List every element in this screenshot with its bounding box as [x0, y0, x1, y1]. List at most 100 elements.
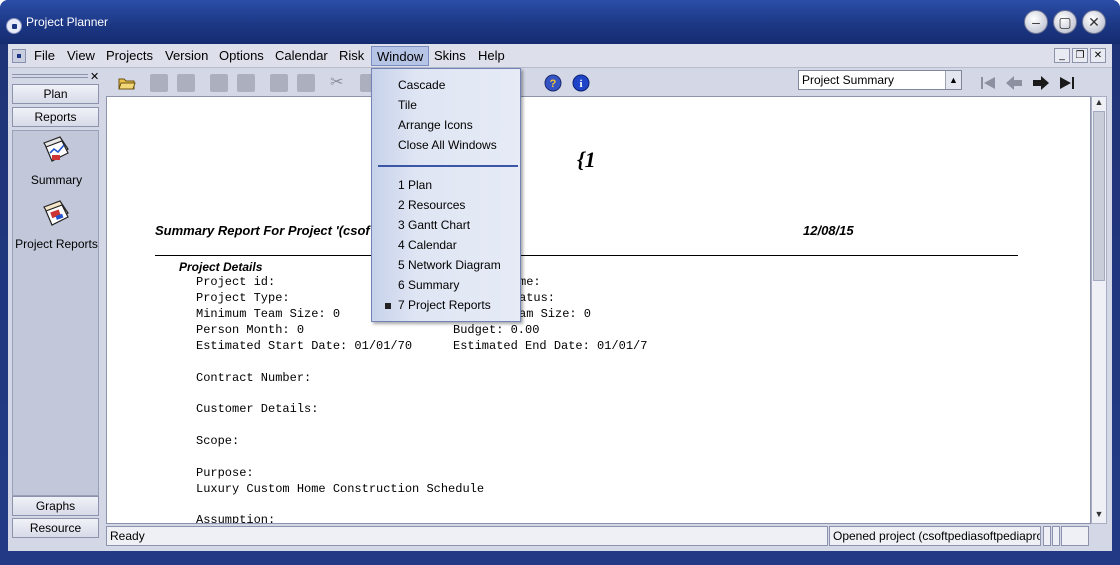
summary-report-icon[interactable]	[40, 135, 72, 165]
previous-icon[interactable]	[1005, 74, 1023, 92]
menu-skins[interactable]: Skins	[434, 48, 466, 63]
minimize-button[interactable]: –	[1024, 10, 1048, 34]
plan-button[interactable]: Plan	[12, 84, 99, 104]
field-purpose: Purpose:	[196, 466, 254, 480]
field-min-team-size: Minimum Team Size: 0	[196, 307, 341, 321]
project-view-select[interactable]: Project Summary ▲	[798, 70, 962, 90]
menu-file[interactable]: File	[34, 48, 55, 63]
resource-button[interactable]: Resource	[12, 518, 99, 538]
project-reports-label[interactable]: Project Reports	[13, 237, 100, 251]
child-close-button[interactable]: ✕	[1090, 48, 1106, 63]
menu-window-project-reports[interactable]: 7 Project Reports	[398, 298, 491, 312]
field-budget: Budget: 0.00	[453, 323, 540, 337]
field-name-partial: me:	[519, 275, 541, 289]
first-icon[interactable]	[979, 74, 997, 92]
field-assumption: Assumption:	[196, 513, 276, 524]
scroll-thumb[interactable]	[1093, 111, 1105, 281]
menu-window-network-diagram[interactable]: 5 Network Diagram	[398, 258, 501, 272]
checked-bullet-icon	[385, 303, 391, 309]
scroll-up-icon[interactable]: ▲	[1092, 97, 1106, 111]
status-panel-b	[1052, 526, 1060, 546]
field-customer-details: Customer Details:	[196, 402, 319, 416]
report-divider	[155, 255, 1018, 256]
status-panel-a	[1043, 526, 1051, 546]
svg-text:?: ?	[550, 78, 557, 90]
menu-help[interactable]: Help	[478, 48, 505, 63]
field-max-team-size-partial: am Size: 0	[519, 307, 592, 321]
lock-icon[interactable]	[237, 74, 255, 92]
menu-bar: File View Projects Version Options Calen…	[8, 44, 1112, 68]
field-project-id: Project id:	[196, 275, 276, 289]
report-logo: {1	[577, 147, 596, 172]
report-document[interactable]: {1 Summary Report For Project '(csof 12/…	[106, 96, 1091, 524]
svg-text:i: i	[579, 78, 582, 90]
field-est-start-date: Estimated Start Date: 01/01/70	[196, 339, 413, 353]
menu-window-plan[interactable]: 1 Plan	[398, 178, 432, 192]
menu-window-summary[interactable]: 6 Summary	[398, 278, 459, 292]
status-ready: Ready	[106, 526, 828, 546]
open-folder-icon[interactable]	[118, 74, 136, 92]
menu-calendar[interactable]: Calendar	[275, 48, 328, 63]
section-project-details: Project Details	[179, 260, 263, 274]
client-area: File View Projects Version Options Calen…	[8, 44, 1112, 551]
menu-item-tile[interactable]: Tile	[398, 98, 417, 112]
menu-item-arrange-icons[interactable]: Arrange Icons	[398, 118, 473, 132]
maximize-button[interactable]: ▢	[1053, 10, 1077, 34]
print-preview-icon[interactable]	[297, 74, 315, 92]
field-purpose-value: Luxury Custom Home Construction Schedule	[196, 482, 485, 496]
vertical-scrollbar[interactable]: ▲ ▼	[1091, 96, 1107, 524]
status-bar: Ready Opened project (csoftpediasoftpedi…	[106, 526, 1108, 548]
toolbar: ✂ ? i Project Summary ▲	[106, 70, 1106, 96]
menu-view[interactable]: View	[67, 48, 95, 63]
panel-grip[interactable]	[12, 74, 88, 78]
field-est-end-date: Estimated End Date: 01/01/7	[453, 339, 648, 353]
cut-icon[interactable]: ✂	[330, 74, 348, 92]
close-button[interactable]: ✕	[1082, 10, 1106, 34]
scroll-down-icon[interactable]: ▼	[1092, 509, 1106, 523]
new-task-icon[interactable]	[150, 74, 168, 92]
save-icon[interactable]	[210, 74, 228, 92]
next-icon[interactable]	[1032, 74, 1050, 92]
menu-projects[interactable]: Projects	[106, 48, 153, 63]
panel-close-icon[interactable]: ✕	[90, 70, 99, 83]
project-reports-icon[interactable]	[40, 199, 72, 229]
field-project-type: Project Type:	[196, 291, 290, 305]
field-person-month: Person Month: 0	[196, 323, 305, 337]
title-bar[interactable]: Project Planner – ▢ ✕	[0, 0, 1120, 44]
dropdown-arrow-icon[interactable]: ▲	[945, 71, 961, 89]
status-panel-c	[1061, 526, 1089, 546]
app-icon[interactable]	[6, 18, 22, 34]
menu-risk[interactable]: Risk	[339, 48, 364, 63]
reports-list: Summary Project Reports	[12, 130, 99, 496]
menu-options[interactable]: Options	[219, 48, 264, 63]
child-restore-button[interactable]: ❐	[1072, 48, 1088, 63]
summary-label[interactable]: Summary	[13, 173, 100, 187]
child-minimize-button[interactable]: _	[1054, 48, 1070, 63]
menu-window-calendar[interactable]: 4 Calendar	[398, 238, 457, 252]
application-window: Project Planner – ▢ ✕ File View Projects…	[0, 0, 1120, 565]
field-status-partial: atus:	[519, 291, 556, 305]
info-icon[interactable]: i	[572, 74, 590, 92]
graphs-button[interactable]: Graphs	[12, 496, 99, 516]
menu-window-gantt-chart[interactable]: 3 Gantt Chart	[398, 218, 470, 232]
menu-item-close-all[interactable]: Close All Windows	[398, 138, 497, 152]
add-resource-icon[interactable]	[177, 74, 195, 92]
help-context-icon[interactable]: ?	[544, 74, 562, 92]
report-title: Summary Report For Project '(csof	[155, 223, 370, 238]
menu-window-resources[interactable]: 2 Resources	[398, 198, 465, 212]
last-icon[interactable]	[1058, 74, 1076, 92]
field-contract-number: Contract Number:	[196, 371, 312, 385]
reports-button[interactable]: Reports	[12, 107, 99, 127]
window-dropdown-menu: Cascade Tile Arrange Icons Close All Win…	[371, 68, 521, 322]
status-message: Opened project (csoftpediasoftpediaproje…	[829, 526, 1041, 546]
child-window-icon[interactable]	[12, 49, 26, 63]
project-view-value: Project Summary	[802, 73, 895, 87]
window-title: Project Planner	[26, 15, 109, 29]
menu-version[interactable]: Version	[165, 48, 208, 63]
menu-window[interactable]: Window	[371, 46, 430, 66]
menu-item-cascade[interactable]: Cascade	[398, 78, 445, 92]
field-scope: Scope:	[196, 434, 240, 448]
report-date: 12/08/15	[803, 223, 854, 238]
print-icon[interactable]	[270, 74, 288, 92]
navigation-panel: ✕ Plan Reports Summary Project Reports G…	[12, 70, 102, 540]
